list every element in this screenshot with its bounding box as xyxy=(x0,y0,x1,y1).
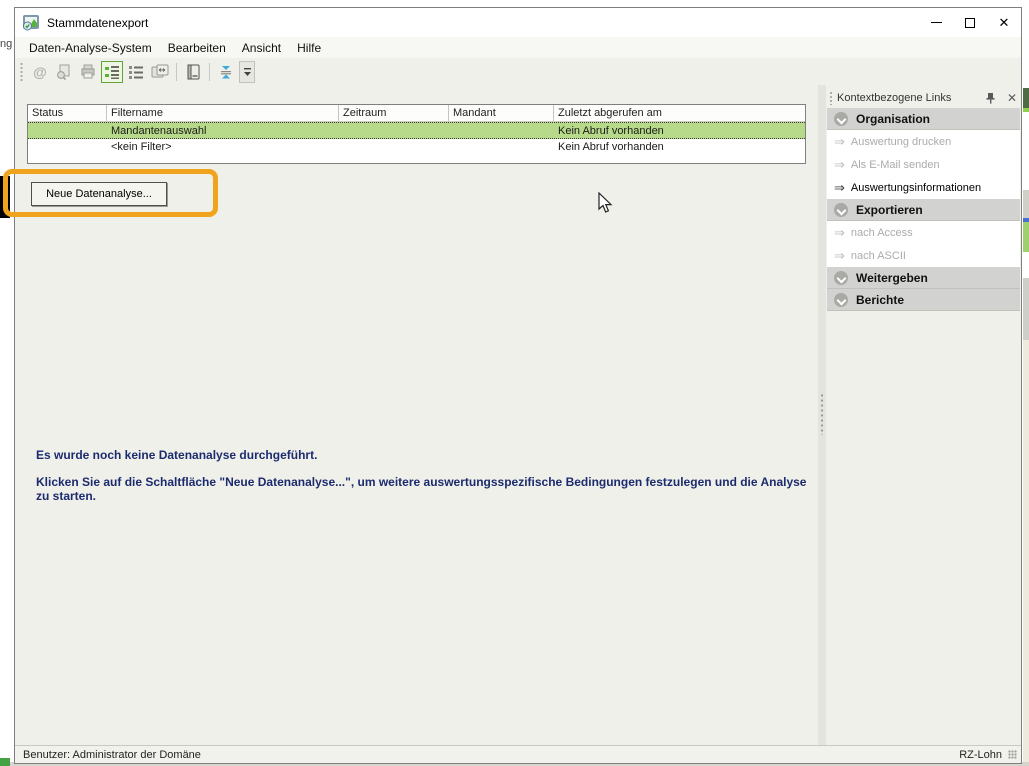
column-header-status[interactable]: Status xyxy=(28,105,107,121)
titlebar: Stammdatenexport ✕ xyxy=(15,8,1021,37)
menu-ansicht[interactable]: Ansicht xyxy=(234,39,289,57)
column-header-zuletzt-abgerufen[interactable]: Zuletzt abgerufen am xyxy=(554,105,805,121)
context-panel-title: Kontextbezogene Links xyxy=(837,92,985,104)
chevron-down-icon xyxy=(834,293,848,307)
info-message: Es wurde noch keine Datenanalyse durchge… xyxy=(36,448,808,503)
context-links-panel: Kontextbezogene Links ✕ Organisation ⇒ A… xyxy=(826,85,1021,745)
menu-hilfe[interactable]: Hilfe xyxy=(289,39,329,57)
background-right-sliver xyxy=(1023,0,1029,766)
pin-icon[interactable] xyxy=(985,92,1003,104)
menu-bearbeiten[interactable]: Bearbeiten xyxy=(160,39,234,57)
window-controls: ✕ xyxy=(919,8,1021,37)
link-auswertungsinformationen[interactable]: ⇒ Auswertungsinformationen xyxy=(827,176,1020,199)
cell-filtername: <kein Filter> xyxy=(107,141,339,153)
new-data-analysis-button[interactable]: Neue Datenanalyse... xyxy=(31,182,167,206)
link-label: Auswertung drucken xyxy=(851,136,951,148)
resize-grip-icon[interactable] xyxy=(1008,750,1017,759)
panel-grip-icon[interactable] xyxy=(829,91,833,105)
toolbar-separator xyxy=(176,63,177,81)
filter-table-header: Status Filtername Zeitraum Mandant Zulet… xyxy=(28,105,805,122)
email-icon[interactable]: @ xyxy=(29,61,51,83)
link-nach-ascii: ⇒ nach ASCII xyxy=(827,244,1020,267)
panel-close-icon[interactable]: ✕ xyxy=(1003,91,1021,105)
link-label: nach ASCII xyxy=(851,250,906,262)
cell-filtername: Mandantenauswahl xyxy=(107,125,339,137)
chevron-down-icon xyxy=(834,203,848,217)
section-label: Exportieren xyxy=(856,203,923,217)
section-label: Berichte xyxy=(856,293,904,307)
column-header-filtername[interactable]: Filtername xyxy=(107,105,339,121)
section-label: Weitergeben xyxy=(856,271,928,285)
column-header-zeitraum[interactable]: Zeitraum xyxy=(339,105,449,121)
link-arrow-icon: ⇒ xyxy=(834,134,845,150)
column-header-mandant[interactable]: Mandant xyxy=(449,105,554,121)
table-row[interactable]: <kein Filter> Kein Abruf vorhanden xyxy=(28,139,805,155)
link-arrow-icon: ⇒ xyxy=(834,225,845,241)
link-arrow-icon: ⇒ xyxy=(834,180,845,196)
list-view-icon[interactable] xyxy=(125,61,147,83)
toolbar-grip[interactable] xyxy=(19,63,24,81)
section-weitergeben[interactable]: Weitergeben xyxy=(827,267,1020,289)
toolbar-overflow-icon[interactable] xyxy=(239,61,255,83)
maximize-icon[interactable] xyxy=(953,8,987,37)
link-als-email-senden: ⇒ Als E-Mail senden xyxy=(827,153,1020,176)
details-view-icon[interactable] xyxy=(101,61,123,83)
statusbar: Benutzer: Administrator der Domäne RZ-Lo… xyxy=(15,745,1021,763)
menu-daten-analyse-system[interactable]: Daten-Analyse-System xyxy=(21,39,160,57)
section-berichte[interactable]: Berichte xyxy=(827,289,1020,311)
menubar: Daten-Analyse-System Bearbeiten Ansicht … xyxy=(15,37,1021,58)
link-arrow-icon: ⇒ xyxy=(834,248,845,264)
print-preview-icon[interactable] xyxy=(53,61,75,83)
panel-splitter[interactable] xyxy=(818,85,826,745)
cell-zuletzt-abgerufen: Kein Abruf vorhanden xyxy=(554,141,805,153)
print-icon[interactable] xyxy=(77,61,99,83)
background-window-fragment: ng xyxy=(0,38,13,52)
link-label: Als E-Mail senden xyxy=(851,159,940,171)
context-panel-list: Organisation ⇒ Auswertung drucken ⇒ Als … xyxy=(827,108,1020,311)
filter-table: Status Filtername Zeitraum Mandant Zulet… xyxy=(27,104,806,164)
background-black-marker xyxy=(0,176,10,218)
cell-zuletzt-abgerufen: Kein Abruf vorhanden xyxy=(554,125,805,137)
table-row[interactable]: Mandantenauswahl Kein Abruf vorhanden xyxy=(28,122,805,139)
splitter-grip-icon xyxy=(820,393,824,435)
app-window: Stammdatenexport ✕ Daten-Analyse-System … xyxy=(14,7,1022,764)
notebook-icon[interactable] xyxy=(182,61,204,83)
section-exportieren[interactable]: Exportieren xyxy=(827,199,1020,221)
link-label: Auswertungsinformationen xyxy=(851,182,981,194)
info-message-line1: Es wurde noch keine Datenanalyse durchge… xyxy=(36,448,808,462)
toolbar: @ xyxy=(15,58,1021,85)
resize-columns-icon[interactable] xyxy=(149,61,171,83)
context-panel-header: Kontextbezogene Links ✕ xyxy=(826,88,1021,108)
chevron-down-icon xyxy=(834,271,848,285)
statusbar-module: RZ-Lohn xyxy=(959,749,1002,761)
link-arrow-icon: ⇒ xyxy=(834,157,845,173)
info-message-line2: Klicken Sie auf die Schaltfläche "Neue D… xyxy=(36,475,808,503)
minimize-icon[interactable] xyxy=(919,8,953,37)
section-label: Organisation xyxy=(856,112,930,126)
background-bottom-green xyxy=(0,758,10,766)
window-title: Stammdatenexport xyxy=(47,16,148,30)
close-icon[interactable]: ✕ xyxy=(987,8,1021,37)
section-organisation[interactable]: Organisation xyxy=(827,108,1020,130)
link-nach-access: ⇒ nach Access xyxy=(827,221,1020,244)
app-icon xyxy=(22,15,40,31)
link-auswertung-drucken: ⇒ Auswertung drucken xyxy=(827,130,1020,153)
toolbar-separator xyxy=(209,63,210,81)
chevron-down-icon xyxy=(834,112,848,126)
link-label: nach Access xyxy=(851,227,913,239)
collapse-rows-icon[interactable] xyxy=(215,61,237,83)
statusbar-user: Benutzer: Administrator der Domäne xyxy=(23,749,201,761)
